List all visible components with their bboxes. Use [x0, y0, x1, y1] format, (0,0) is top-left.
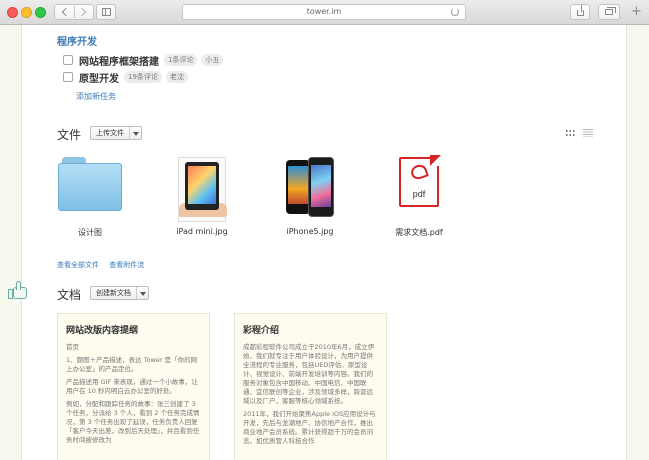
share-button[interactable]	[570, 4, 590, 20]
todo-item: 网站程序框架搭建 1条评论 小五	[63, 53, 227, 68]
reload-icon[interactable]	[451, 8, 459, 16]
doc-paragraph: 产品描述用 GIF 来表现，通过一个小故事，让用户在 10 秒内明白云办公室的好…	[66, 378, 198, 395]
back-icon[interactable]	[61, 7, 71, 17]
address-text: tower.im	[306, 7, 342, 16]
project-content: 程序开发 网站程序框架搭建 1条评论 小五 原型开发 19条评论 老沈 添加新任…	[21, 25, 627, 460]
address-bar[interactable]: tower.im	[182, 4, 466, 20]
file-item[interactable]: iPad mini.jpg	[157, 157, 247, 236]
create-doc-button[interactable]: 创建新文档	[90, 286, 149, 300]
browser-toolbar: tower.im +	[0, 0, 649, 25]
todolist-heading[interactable]: 程序开发	[57, 33, 97, 48]
share-icon	[577, 5, 584, 16]
view-all-files-link[interactable]: 查看全部文件	[57, 261, 99, 269]
comment-count-badge[interactable]: 1条评论	[164, 54, 198, 66]
comment-count-badge[interactable]: 19条评论	[124, 71, 162, 83]
ipad-thumbnail	[178, 157, 227, 222]
doc-paragraph: 例如，分配和跟踪任务的故事：张三创建了 3 个任务，分派给 3 个人，看到 2 …	[66, 400, 200, 444]
pdf-label: pdf	[412, 189, 426, 199]
file-item[interactable]: 设计图	[45, 157, 135, 238]
add-task-link[interactable]: 添加新任务	[76, 91, 116, 102]
doc-paragraph: 首页	[66, 343, 79, 351]
doc-card[interactable]: 网站改版内容提纲 首页 1、题图＋产品描述，表达 Tower 是「你的网上办公室…	[57, 313, 210, 460]
zoom-window-button[interactable]	[35, 7, 46, 18]
sidebar-icon	[102, 8, 111, 16]
file-name: iPad mini.jpg	[176, 227, 228, 236]
doc-title: 网站改版内容提纲	[66, 326, 139, 336]
assignee-badge[interactable]: 小五	[201, 54, 224, 66]
todo-title[interactable]: 原型开发	[79, 70, 119, 85]
files-heading: 文件	[57, 128, 82, 142]
upload-file-label: 上传文件	[96, 129, 124, 137]
doc-paragraph: 成都彩程软件公司成立于2010年6月，成立伊始，我们就专注于用户体验设计，为用户…	[243, 343, 375, 405]
thumbs-up-icon	[7, 280, 29, 302]
divider	[74, 6, 75, 18]
pdf-icon: pdf	[399, 155, 441, 222]
navigation-buttons	[54, 4, 94, 20]
create-doc-label: 创建新文档	[96, 289, 131, 297]
file-item[interactable]: iPhone5.jpg	[265, 157, 355, 236]
list-view-icon[interactable]	[583, 129, 593, 137]
doc-title: 彩程介绍	[243, 326, 280, 336]
todo-item: 原型开发 19条评论 老沈	[63, 70, 192, 85]
doc-paragraph: 2011年，我们开始聚焦Apple iOS应用设计与开发，先后与龙潮地产、协信地…	[243, 410, 376, 445]
file-name: 需求文档.pdf	[395, 228, 443, 237]
docs-heading: 文档	[57, 288, 82, 302]
tabs-icon	[605, 7, 616, 15]
file-name: iPhone5.jpg	[286, 227, 334, 236]
folder-icon	[58, 157, 122, 222]
sidebar-toggle-button[interactable]	[96, 4, 116, 20]
upload-file-button[interactable]: 上传文件	[90, 126, 142, 140]
doc-card[interactable]: 彩程介绍 成都彩程软件公司成立于2010年6月，成立伊始，我们就专注于用户体验设…	[234, 313, 387, 460]
forward-icon[interactable]	[77, 7, 87, 17]
file-item[interactable]: pdf 需求文档.pdf	[374, 155, 464, 238]
chevron-down-icon[interactable]	[129, 127, 141, 139]
todo-title[interactable]: 网站程序框架搭建	[79, 53, 159, 68]
minimize-window-button[interactable]	[21, 7, 32, 18]
file-name: 设计图	[78, 228, 102, 237]
assignee-badge[interactable]: 老沈	[165, 71, 188, 83]
doc-paragraph: 1、题图＋产品描述，表达 Tower 是「你的网上办公室」的产品定位。	[66, 356, 198, 373]
file-links: 查看全部文件 查看附件流	[57, 260, 152, 270]
chevron-down-icon[interactable]	[136, 287, 148, 299]
view-attachments-link[interactable]: 查看附件流	[109, 261, 144, 269]
page-background: 程序开发 网站程序框架搭建 1条评论 小五 原型开发 19条评论 老沈 添加新任…	[0, 25, 649, 460]
show-tabs-button[interactable]	[598, 4, 620, 20]
todo-checkbox[interactable]	[63, 55, 73, 65]
todo-checkbox[interactable]	[63, 72, 73, 82]
grid-view-icon[interactable]	[565, 129, 575, 137]
new-tab-button[interactable]: +	[631, 5, 642, 18]
iphone-thumbnail	[282, 157, 338, 222]
close-window-button[interactable]	[7, 7, 18, 18]
